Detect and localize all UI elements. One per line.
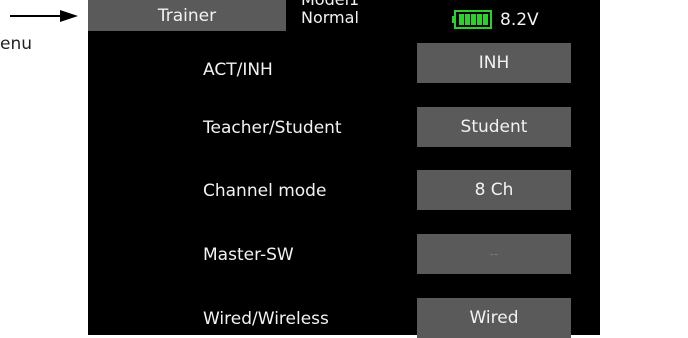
transmitter-screen: Trainer Model1 Normal 8.2V ACT/INH INH T… — [88, 0, 600, 338]
teacher-student-button[interactable]: Student — [417, 107, 571, 147]
master-sw-button[interactable]: -- — [417, 234, 571, 274]
wired-wireless-button[interactable]: Wired — [417, 298, 571, 338]
battery-voltage: 8.2V — [500, 10, 539, 30]
teacher-student-label: Teacher/Student — [203, 118, 342, 138]
act-inh-label: ACT/INH — [203, 60, 273, 80]
master-sw-label: Master-SW — [203, 245, 294, 265]
channel-mode-button[interactable]: 8 Ch — [417, 170, 571, 210]
battery-full-icon — [452, 10, 492, 29]
channel-mode-label: Channel mode — [203, 181, 327, 201]
annotation-arrow-icon — [10, 10, 78, 22]
menu-title-button[interactable]: Trainer — [88, 0, 286, 31]
menu-title-label: Trainer — [157, 5, 217, 26]
flight-mode-name: Normal — [301, 8, 359, 27]
annotation-menu-label: enu — [0, 34, 33, 54]
act-inh-button[interactable]: INH — [417, 43, 571, 83]
wired-wireless-label: Wired/Wireless — [203, 309, 329, 329]
